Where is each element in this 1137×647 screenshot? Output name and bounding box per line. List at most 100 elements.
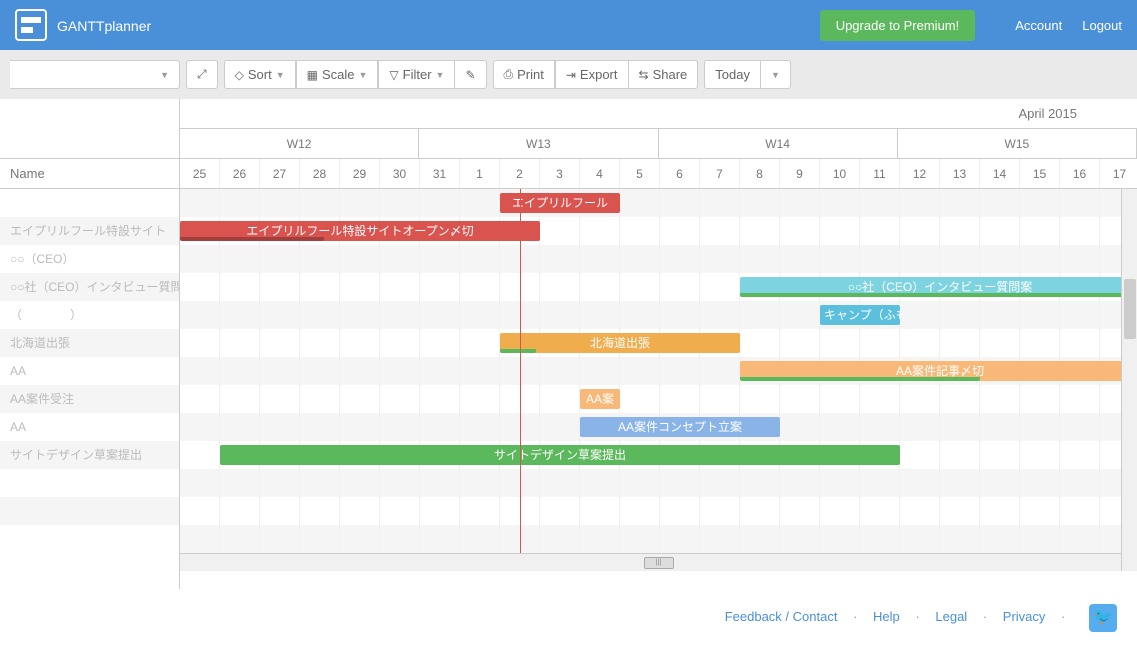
- weeks-header: W12W13W14W15: [180, 129, 1137, 159]
- day-header-cell: 4: [580, 159, 620, 188]
- task-name-cell[interactable]: （ ）: [0, 301, 179, 329]
- legal-link[interactable]: Legal: [935, 609, 967, 624]
- gantt-row: [180, 245, 1137, 273]
- day-header-cell: 29: [340, 159, 380, 188]
- task-bar[interactable]: 北海道出張: [500, 333, 740, 353]
- gantt-row: 北海道出張: [180, 329, 1137, 357]
- today-line: [520, 189, 521, 553]
- task-name-cell[interactable]: [0, 525, 179, 553]
- day-header-cell: 2: [500, 159, 540, 188]
- day-header-cell: 5: [620, 159, 660, 188]
- vertical-scrollbar[interactable]: [1121, 189, 1137, 571]
- day-header-cell: 14: [980, 159, 1020, 188]
- footer: Feedback / Contact · Help · Legal · Priv…: [0, 589, 1137, 647]
- twitter-icon[interactable]: 🐦: [1089, 604, 1117, 632]
- filter-button[interactable]: ▽Filter▼: [378, 60, 455, 89]
- task-bar[interactable]: エイプリルフール: [500, 193, 620, 213]
- day-header-cell: 27: [260, 159, 300, 188]
- sort-button[interactable]: ◇Sort▼: [224, 60, 296, 89]
- day-header-cell: 10: [820, 159, 860, 188]
- task-bar[interactable]: サイトデザイン草案提出: [220, 445, 900, 465]
- day-header-cell: 11: [860, 159, 900, 188]
- app-header: GANTTplanner Upgrade to Premium! Account…: [0, 0, 1137, 50]
- task-bar[interactable]: ○○社（CEO）インタビュー質問案: [740, 277, 1137, 297]
- settings-button[interactable]: ✎: [455, 60, 486, 89]
- task-bar[interactable]: AA案件コンセプト立案: [580, 417, 780, 437]
- day-header-cell: 16: [1060, 159, 1100, 188]
- gantt-row: ○○社（CEO）インタビュー質問案: [180, 273, 1137, 301]
- gantt-chart: Name エイプリルフール特設サイト○○（CEO）○○社（CEO）インタビュー質…: [0, 99, 1137, 589]
- horizontal-scrollbar[interactable]: |||: [180, 553, 1137, 571]
- task-bar[interactable]: AA案: [580, 389, 620, 409]
- logout-link[interactable]: Logout: [1082, 18, 1122, 33]
- name-column-header: Name: [0, 159, 179, 189]
- day-header-cell: 30: [380, 159, 420, 188]
- task-name-cell[interactable]: ○○社（CEO）インタビュー質問: [0, 273, 179, 301]
- day-header-cell: 31: [420, 159, 460, 188]
- logo-text: GANTTplanner: [57, 14, 151, 37]
- toolbar: ▼ ⤢ ◇Sort▼ ▦Scale▼ ▽Filter▼ ✎ ⎙Print ⇥Ex…: [0, 50, 1137, 99]
- day-header-cell: 8: [740, 159, 780, 188]
- today-dropdown[interactable]: ▼: [761, 60, 791, 89]
- task-name-cell[interactable]: AA: [0, 413, 179, 441]
- gantt-row: キャンプ（ふも: [180, 301, 1137, 329]
- day-header-cell: 26: [220, 159, 260, 188]
- task-bar[interactable]: キャンプ（ふも: [820, 305, 900, 325]
- account-link[interactable]: Account: [1015, 18, 1062, 33]
- day-header-cell: 6: [660, 159, 700, 188]
- expand-button[interactable]: ⤢: [186, 60, 218, 89]
- day-header-cell: 28: [300, 159, 340, 188]
- gantt-row: [180, 497, 1137, 525]
- today-button[interactable]: Today: [704, 60, 761, 89]
- vscroll-thumb[interactable]: [1124, 279, 1136, 339]
- task-name-cell[interactable]: [0, 469, 179, 497]
- logo-icon: [15, 9, 47, 41]
- day-header-cell: 17: [1100, 159, 1137, 188]
- task-name-cell[interactable]: 北海道出張: [0, 329, 179, 357]
- project-select[interactable]: ▼: [10, 60, 180, 89]
- hscroll-thumb[interactable]: |||: [644, 557, 674, 569]
- gantt-row: [180, 469, 1137, 497]
- gantt-row: エイプリルフール: [180, 189, 1137, 217]
- day-header-cell: 3: [540, 159, 580, 188]
- gantt-row: サイトデザイン草案提出: [180, 441, 1137, 469]
- privacy-link[interactable]: Privacy: [1003, 609, 1046, 624]
- gantt-row: [180, 525, 1137, 553]
- share-button[interactable]: ⇆Share: [629, 60, 699, 89]
- help-link[interactable]: Help: [873, 609, 900, 624]
- gantt-row: AA案: [180, 385, 1137, 413]
- week-header-cell: W12: [180, 129, 419, 158]
- print-button[interactable]: ⎙Print: [493, 60, 555, 89]
- day-header-cell: 13: [940, 159, 980, 188]
- gantt-row: エイプリルフール特設サイトオープン〆切: [180, 217, 1137, 245]
- logo-main: GANTT: [57, 18, 104, 34]
- task-name-cell[interactable]: ○○（CEO）: [0, 245, 179, 273]
- feedback-link[interactable]: Feedback / Contact: [725, 609, 838, 624]
- day-header-cell: 9: [780, 159, 820, 188]
- logo-sub: planner: [104, 18, 151, 34]
- task-bar[interactable]: エイプリルフール特設サイトオープン〆切: [180, 221, 540, 241]
- gantt-row: AA案件コンセプト立案: [180, 413, 1137, 441]
- task-bar[interactable]: AA案件記事〆切: [740, 361, 1137, 381]
- gantt-row: AA案件記事〆切: [180, 357, 1137, 385]
- scale-button[interactable]: ▦Scale▼: [296, 60, 379, 89]
- week-header-cell: W14: [659, 129, 898, 158]
- days-header: 252627282930311234567891011121314151617: [180, 159, 1137, 189]
- task-name-cell[interactable]: [0, 497, 179, 525]
- export-button[interactable]: ⇥Export: [555, 60, 629, 89]
- day-header-cell: 25: [180, 159, 220, 188]
- gantt-left-panel: Name エイプリルフール特設サイト○○（CEO）○○社（CEO）インタビュー質…: [0, 99, 180, 589]
- week-header-cell: W15: [898, 129, 1137, 158]
- task-name-cell[interactable]: エイプリルフール特設サイト: [0, 217, 179, 245]
- day-header-cell: 12: [900, 159, 940, 188]
- month-header: April 2015: [180, 99, 1137, 129]
- day-header-cell: 7: [700, 159, 740, 188]
- task-name-cell[interactable]: [0, 189, 179, 217]
- day-header-cell: 1: [460, 159, 500, 188]
- task-name-cell[interactable]: サイトデザイン草案提出: [0, 441, 179, 469]
- task-name-cell[interactable]: AA: [0, 357, 179, 385]
- gantt-timeline[interactable]: April 2015 W12W13W14W15 2526272829303112…: [180, 99, 1137, 589]
- day-header-cell: 15: [1020, 159, 1060, 188]
- upgrade-button[interactable]: Upgrade to Premium!: [820, 10, 976, 41]
- task-name-cell[interactable]: AA案件受注: [0, 385, 179, 413]
